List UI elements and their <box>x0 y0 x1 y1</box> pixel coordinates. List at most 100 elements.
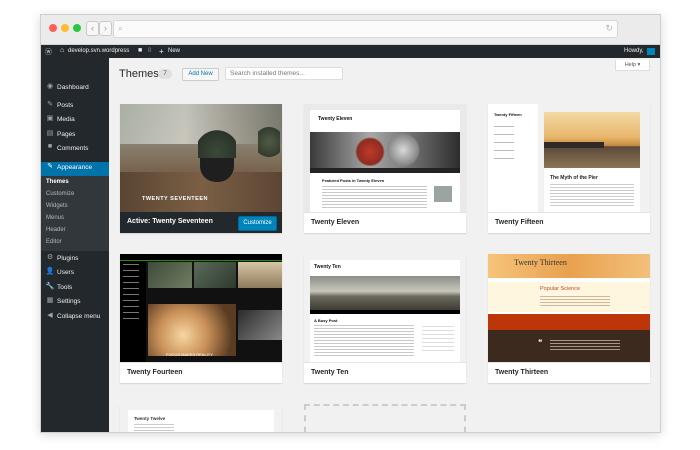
theme-card-twenty-thirteen[interactable]: Twenty Thirteen Popular Science ❝ Twenty… <box>488 254 650 383</box>
theme-card-twenty-seventeen[interactable]: TWENTY SEVENTEEN Active: Twenty Seventee… <box>120 104 282 233</box>
mock-text <box>134 424 174 432</box>
collapse-menu-button[interactable]: ◀ Collapse menu <box>41 311 109 324</box>
sidebar-item-plugins[interactable]: ⚙ Plugins <box>41 253 109 266</box>
mock-site-title: Twenty Ten <box>314 264 341 270</box>
browser-window: ‹ › ⌕ ↻ ⓦ ⌂ develop.svn.wordpress ■ 0 + … <box>40 14 661 433</box>
comments-icon: ■ <box>47 143 53 150</box>
mock-nav <box>310 168 460 173</box>
mock-text <box>314 325 414 357</box>
comments-bubble-icon[interactable]: ■ <box>138 47 142 54</box>
submenu-header[interactable]: Header <box>46 227 66 233</box>
submenu-themes[interactable]: Themes <box>46 179 69 185</box>
admin-bar: ⓦ ⌂ develop.svn.wordpress ■ 0 + New Howd… <box>41 45 660 58</box>
add-new-button[interactable]: Add New <box>182 68 219 81</box>
mock-pier <box>544 142 604 148</box>
wordpress-logo-icon[interactable]: ⓦ <box>45 47 52 57</box>
appearance-icon: ✎ <box>47 163 53 170</box>
mock-article: The Myth of the Pier <box>544 112 640 212</box>
mock-tile-2 <box>194 262 236 288</box>
mock-topbar <box>120 254 282 261</box>
mock-feature-photo <box>148 304 236 356</box>
plant-leaves <box>198 128 236 158</box>
theme-screenshot[interactable]: Twenty Ten A Busy Post <box>304 254 466 362</box>
mock-text <box>540 296 610 306</box>
sidebar-item-settings[interactable]: ▦ Settings <box>41 296 109 309</box>
minimize-window-button[interactable] <box>61 24 69 32</box>
sidebar-item-label: Users <box>57 269 74 276</box>
avatar[interactable] <box>647 48 655 55</box>
mock-article-band: Popular Science <box>488 282 650 312</box>
customize-button[interactable]: Customize <box>238 216 277 231</box>
theme-card-twenty-eleven[interactable]: Twenty Eleven Featured Posts in Twenty E… <box>304 104 466 233</box>
mock-text <box>550 184 634 206</box>
mock-heading: A Busy Post <box>314 318 338 323</box>
mock-widget <box>422 326 454 352</box>
site-name-link[interactable]: develop.svn.wordpress <box>68 48 129 54</box>
theme-caption: Twenty Ten <box>304 362 466 383</box>
howdy-link[interactable]: Howdy, <box>624 48 644 54</box>
sidebar-item-media[interactable]: ▣ Media <box>41 114 109 127</box>
table-surface <box>120 172 282 212</box>
plus-icon[interactable]: + <box>159 47 164 56</box>
submenu-customize[interactable]: Customize <box>46 191 74 197</box>
reload-icon[interactable]: ↻ <box>605 23 613 34</box>
theme-screenshot[interactable]: FOCUS MAKES REALITY <box>120 254 282 362</box>
sidebar-item-label: Dashboard <box>57 84 89 91</box>
theme-screenshot[interactable]: Twenty Twelve <box>120 404 282 432</box>
theme-caption: Twenty Thirteen <box>488 362 650 383</box>
close-window-button[interactable] <box>49 24 57 32</box>
forward-button[interactable]: › <box>99 21 112 36</box>
theme-card-twenty-fourteen[interactable]: FOCUS MAKES REALITY Twenty Fourteen <box>120 254 282 383</box>
theme-screenshot[interactable]: TWENTY SEVENTEEN <box>120 104 282 212</box>
mock-sidebar: Twenty Fifteen <box>488 104 538 212</box>
search-input[interactable] <box>225 67 343 80</box>
sidebar-item-tools[interactable]: 🔧 Tools <box>41 282 109 295</box>
new-content-link[interactable]: New <box>168 48 180 54</box>
collapse-icon: ◀ <box>47 312 53 319</box>
submenu-menus[interactable]: Menus <box>46 215 64 221</box>
theme-screenshot[interactable]: Twenty Fifteen The Myth of the Pier <box>488 104 650 212</box>
sidebar-item-label: Comments <box>57 145 89 152</box>
mock-quote-text <box>550 340 620 350</box>
search-icon: ⌕ <box>118 23 124 33</box>
theme-screenshot[interactable]: Twenty Eleven Featured Posts in Twenty E… <box>304 104 466 212</box>
back-button[interactable]: ‹ <box>86 21 99 36</box>
theme-card-twenty-twelve[interactable]: Twenty Twelve <box>120 404 282 432</box>
theme-card-twenty-fifteen[interactable]: Twenty Fifteen The Myth of the Pier Twen… <box>488 104 650 233</box>
sidebar-item-users[interactable]: 👤 Users <box>41 267 109 280</box>
sidebar-item-label: Plugins <box>57 255 79 262</box>
sidebar-item-appearance[interactable]: ✎ Appearance <box>41 162 109 176</box>
mock-thumb <box>434 186 452 202</box>
maximize-window-button[interactable] <box>73 24 81 32</box>
mock-heading: Popular Science <box>540 286 581 292</box>
mock-site-title: Twenty Fifteen <box>494 112 522 117</box>
page-title: Themes <box>119 68 159 80</box>
submenu-widgets[interactable]: Widgets <box>46 203 68 209</box>
mock-page: Twenty Ten A Busy Post <box>310 260 460 362</box>
theme-name: Twenty Fifteen <box>495 219 544 226</box>
sidebar-item-dashboard[interactable]: ◉ Dashboard <box>41 82 109 95</box>
help-button[interactable]: Help ▾ <box>615 60 650 71</box>
mock-tile-1 <box>148 262 192 288</box>
submenu-editor[interactable]: Editor <box>46 239 62 245</box>
sidebar-item-pages[interactable]: ▤ Pages <box>41 129 109 142</box>
mock-band-brown: ❝ <box>488 330 650 362</box>
sidebar-item-posts[interactable]: ✎ Posts <box>41 100 109 113</box>
plugins-icon: ⚙ <box>46 254 54 261</box>
quote-icon: ❝ <box>538 338 543 347</box>
address-bar[interactable]: ⌕ ↻ <box>113 20 618 38</box>
add-new-theme-card[interactable] <box>304 404 466 432</box>
mock-tile-3 <box>238 262 282 288</box>
mock-pier-photo <box>544 112 640 168</box>
mock-site-title: Twenty Thirteen <box>514 258 567 267</box>
theme-screenshot[interactable]: Twenty Thirteen Popular Science ❝ <box>488 254 650 362</box>
theme-name: Twenty Thirteen <box>495 369 549 376</box>
theme-name: Twenty Ten <box>311 369 349 376</box>
right-plant <box>258 124 280 160</box>
sidebar-item-label: Posts <box>57 102 74 109</box>
sidebar-item-comments[interactable]: ■ Comments <box>41 143 109 156</box>
mock-site-title: Twenty Twelve <box>134 416 166 421</box>
dashboard-icon: ◉ <box>46 83 54 90</box>
theme-card-twenty-ten[interactable]: Twenty Ten A Busy Post Twenty Ten <box>304 254 466 383</box>
mock-sidebar <box>120 254 146 362</box>
